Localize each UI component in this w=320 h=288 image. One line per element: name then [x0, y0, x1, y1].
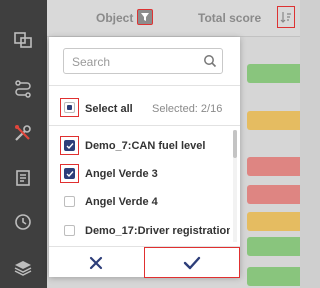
left-sidebar: [0, 0, 47, 288]
total-score-column-header: Total score: [198, 11, 262, 25]
score-badge: [247, 111, 300, 130]
geofence-icon[interactable]: [13, 30, 33, 50]
item-checkbox[interactable]: [64, 168, 75, 179]
score-badge: [247, 64, 300, 83]
checkmark-icon: [183, 256, 201, 270]
object-column-header: Object: [96, 11, 134, 25]
route-icon[interactable]: [13, 79, 33, 99]
list-item-label[interactable]: Demo_7:CAN fuel level: [85, 140, 230, 152]
close-icon: [89, 256, 103, 270]
list-item-label[interactable]: Demo_17:Driver registration iButton: [85, 225, 230, 237]
apply-button[interactable]: [144, 247, 240, 278]
score-badge: [247, 212, 300, 231]
score-badge: [247, 237, 300, 256]
layers-stack-icon[interactable]: [13, 258, 33, 278]
list-item-label[interactable]: Angel Verde 4: [85, 196, 230, 208]
divider: [49, 85, 240, 86]
selected-count: Selected: 2/16: [152, 103, 223, 115]
item-checkbox[interactable]: [64, 196, 75, 207]
score-badge: [247, 267, 300, 286]
score-badge: [247, 185, 300, 204]
table-header: Object Total score: [47, 0, 300, 37]
search-input[interactable]: [72, 54, 192, 69]
item-checkbox[interactable]: [64, 140, 75, 151]
object-filter-icon[interactable]: [137, 9, 153, 25]
select-all-label: Select all: [85, 103, 133, 115]
sort-icon[interactable]: [277, 6, 295, 28]
scrollbar-thumb[interactable]: [233, 130, 237, 158]
tools-icon[interactable]: [13, 123, 33, 143]
report-icon[interactable]: [13, 168, 33, 188]
item-checkbox[interactable]: [64, 225, 75, 236]
object-list: Demo_7:CAN fuel level Angel Verde 3 Ange…: [49, 130, 232, 242]
select-all-checkbox[interactable]: [64, 102, 75, 113]
score-badge: [247, 157, 300, 176]
list-item-label[interactable]: Angel Verde 3: [85, 168, 230, 180]
object-filter-popup: Select all Selected: 2/16 Demo_7:CAN fue…: [49, 37, 240, 278]
divider: [49, 125, 240, 126]
cancel-button[interactable]: [49, 248, 142, 277]
search-icon[interactable]: [203, 54, 217, 68]
search-field[interactable]: [63, 48, 223, 74]
history-clock-icon[interactable]: [13, 212, 33, 232]
